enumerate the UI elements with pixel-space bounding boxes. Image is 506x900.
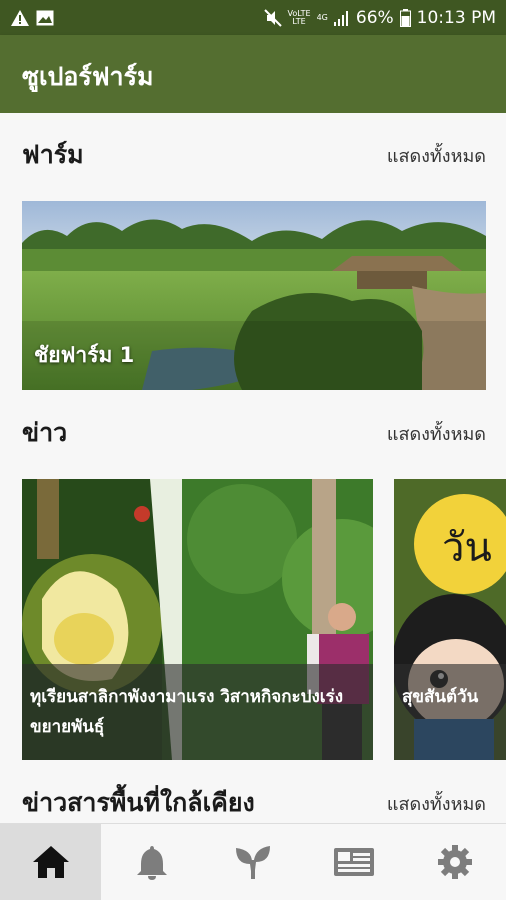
nav-notifications[interactable] (101, 824, 202, 900)
battery-icon (399, 8, 411, 27)
signal-icon (333, 10, 350, 26)
nav-settings[interactable] (405, 824, 506, 900)
app-title: ซูเปอร์ฟาร์ม (22, 62, 154, 91)
newspaper-icon (334, 848, 375, 876)
news-section-title: ข่าว (22, 418, 68, 447)
bell-icon (136, 846, 167, 880)
news-section-header: ข่าว แสดงทั้งหมด (22, 413, 486, 453)
nearby-section-title: ข่าวสารพื้นที่ใกล้เคียง (22, 788, 255, 817)
farm-show-all-link[interactable]: แสดงทั้งหมด (387, 141, 486, 170)
nav-farm[interactable] (202, 824, 303, 900)
nearby-section-header: ข่าวสารพื้นที่ใกล้เคียง แสดงทั้งหมด (22, 783, 486, 823)
farm-section-title: ฟาร์ม (22, 140, 84, 169)
news-card[interactable]: ทุเรียนสาลิกาพังงามาแรง วิสาหกิจกะปงเร่ง… (22, 479, 373, 760)
farm-card[interactable]: ชัยฟาร์ม 1 (22, 201, 486, 390)
status-bar: VoLTE LTE 4G 66% 10:13 PM (0, 0, 506, 35)
farm-section-header: ฟาร์ม แสดงทั้งหมด (22, 135, 486, 175)
gear-icon (438, 845, 473, 879)
news-card[interactable]: วัน สุขสันต์วัน (394, 479, 506, 760)
mute-icon (263, 8, 282, 27)
volte-indicator: VoLTE LTE (287, 8, 311, 26)
battery-percent: 66% (355, 7, 394, 28)
network-type-indicator: 4G (316, 12, 328, 22)
gallery-icon (36, 10, 54, 26)
nav-home[interactable] (0, 824, 102, 900)
farm-card-title: ชัยฟาร์ม 1 (34, 343, 135, 367)
home-icon (32, 846, 69, 878)
nav-news[interactable] (304, 824, 405, 900)
nearby-show-all-link[interactable]: แสดงทั้งหมด (387, 789, 486, 818)
clock: 10:13 PM (416, 7, 496, 28)
app-bar: ซูเปอร์ฟาร์ม (0, 35, 506, 113)
main-content[interactable]: ฟาร์ม แสดงทั้งหมด ชัยฟาร์ม 1 ข่าว แสดงทั… (0, 113, 506, 823)
news-show-all-link[interactable]: แสดงทั้งหมด (387, 419, 486, 448)
news-card-caption: ทุเรียนสาลิกาพังงามาแรง วิสาหกิจกะปงเร่ง… (22, 664, 373, 760)
status-left (10, 9, 54, 27)
news-card-partial-text: วัน (442, 525, 492, 571)
sprout-icon (236, 846, 270, 879)
warning-icon (10, 9, 30, 27)
status-right: VoLTE LTE 4G 66% 10:13 PM (263, 7, 496, 28)
news-carousel[interactable]: ทุเรียนสาลิกาพังงามาแรง วิสาหกิจกะปงเร่ง… (22, 479, 506, 760)
bottom-navigation (0, 823, 506, 900)
news-card-caption: สุขสันต์วัน (394, 664, 506, 760)
